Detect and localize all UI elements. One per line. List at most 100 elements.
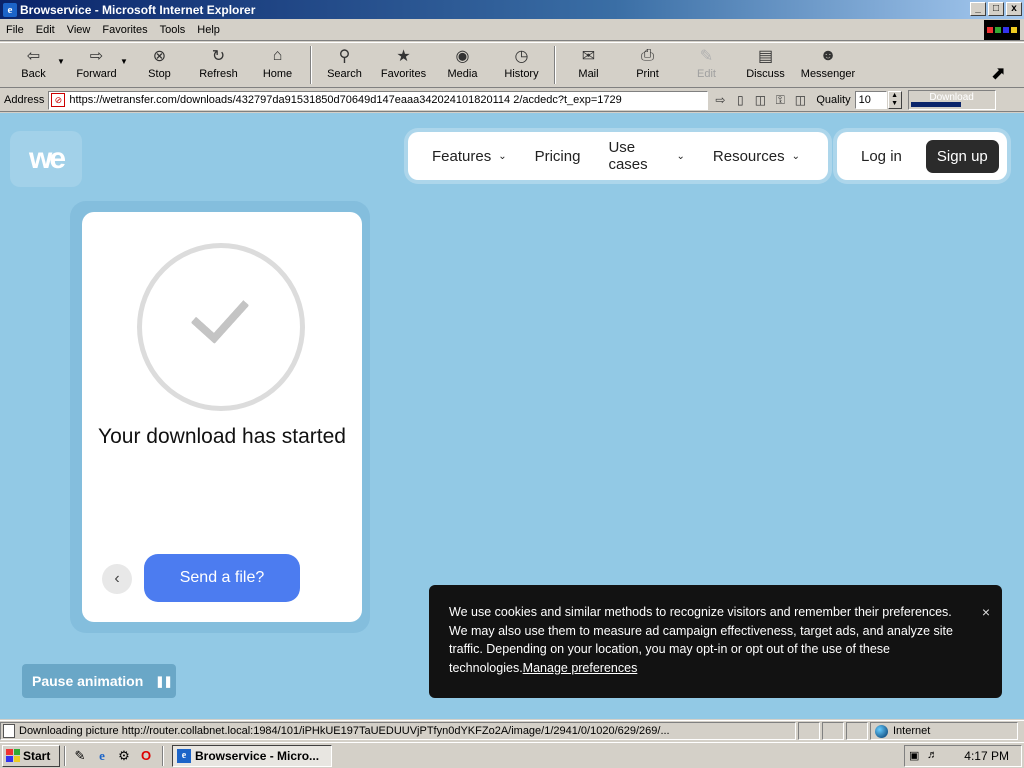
page-viewport[interactable]: we Features ⌄ Pricing Use cases ⌄ Resour… [0,113,1024,719]
stop-icon: ⊗ [152,48,167,65]
favorites-icon: ★ [396,48,411,65]
taskbar-item-label: Browservice - Micro... [195,748,320,763]
minimize-button[interactable]: _ [970,2,986,16]
find-icon[interactable]: ⚿ [772,92,788,108]
forward-button[interactable]: ⇨ Forward [67,43,126,87]
login-link[interactable]: Log in [861,148,902,165]
messenger-button[interactable]: ☻ Messenger [795,43,861,87]
edit-icon: ✎ [699,48,714,65]
taskbar: Start ✎ e ⚙ O e Browservice - Micro... ▣… [0,742,1024,768]
refresh-button[interactable]: ↻ Refresh [189,43,248,87]
ie-icon: e [177,748,191,763]
go-icon[interactable]: ⇨ [712,92,728,108]
start-label: Start [23,748,51,763]
clock: 4:17 PM [964,749,1009,763]
stop-button[interactable]: ⊗ Stop [130,43,189,87]
history-label: History [504,68,539,80]
opera-icon[interactable]: O [136,746,156,766]
nav-resources[interactable]: Resources ⌄ [713,148,800,165]
menu-help[interactable]: Help [191,24,226,36]
close-button[interactable]: x [1006,2,1022,16]
history-button[interactable]: ◷ History [492,43,551,87]
media-button[interactable]: ◉ Media [433,43,492,87]
volume-tray-icon[interactable]: ♬ [927,749,943,763]
nav-use-cases[interactable]: Use cases ⌄ [608,139,684,173]
nav-features[interactable]: Features ⌄ [432,148,507,165]
bookmark-icon[interactable]: ▯ [732,92,748,108]
address-input[interactable]: ⊘ https://wetransfer.com/downloads/43279… [48,90,709,110]
status-cell [822,722,844,740]
taskbar-item-browservice[interactable]: e Browservice - Micro... [172,744,332,767]
refresh-icon: ↻ [211,48,226,65]
send-file-button[interactable]: Send a file? [144,554,300,602]
home-button[interactable]: ⌂ Home [248,43,307,87]
discuss-icon: ▤ [757,48,774,65]
page-save-icon[interactable]: ◫ [752,92,768,108]
pause-animation-button[interactable]: Pause animation ❚❚ [22,664,176,698]
auth-nav: Log in Sign up [837,132,1007,180]
manage-preferences-link[interactable]: Manage preferences [523,661,638,675]
stop-label: Stop [148,68,171,80]
quicklaunch-separator [64,745,66,766]
mail-icon: ✉ [581,48,596,65]
home-icon: ⌂ [272,47,283,64]
status-text-panel: Downloading picture http://router.collab… [0,722,796,740]
refresh-label: Refresh [199,68,238,80]
status-text: Downloading picture http://router.collab… [19,725,670,737]
address-url: https://wetransfer.com/downloads/432797d… [69,94,622,106]
download-progress-label: Download [929,92,974,103]
start-button[interactable]: Start [2,744,60,767]
main-nav: Features ⌄ Pricing Use cases ⌄ Resources… [408,132,828,180]
mail-button[interactable]: ✉ Mail [559,43,618,87]
maximize-button[interactable]: □ [988,2,1004,16]
nav-features-label: Features [432,147,492,165]
network-icon[interactable]: ⚙ [114,746,134,766]
signup-button[interactable]: Sign up [925,139,999,173]
quality-input[interactable]: 10 [854,91,887,109]
media-icon: ◉ [455,48,470,65]
ie-quicklaunch-icon[interactable]: e [92,746,112,766]
favorites-button[interactable]: ★ Favorites [374,43,433,87]
home-label: Home [262,68,293,80]
forward-dropdown-icon[interactable]: ▼ [120,57,130,66]
back-arrow-icon: ⇦ [26,48,41,65]
security-zone[interactable]: Internet [870,722,1018,740]
mail-label: Mail [578,68,599,80]
chevron-down-icon: ⌄ [498,150,507,162]
quality-label: Quality [816,94,851,106]
back-dropdown-icon[interactable]: ▼ [57,57,67,66]
show-desktop-icon[interactable]: ✎ [70,746,90,766]
search-button[interactable]: ⚲ Search [315,43,374,87]
messenger-label: Messenger [800,68,856,80]
edit-label: Edit [697,68,716,80]
network-tray-icon[interactable]: ▣ [909,749,925,763]
window-title-bar[interactable]: e Browservice - Microsoft Internet Explo… [0,0,1024,19]
discuss-button[interactable]: ▤ Discuss [736,43,795,87]
print-icon: ⎙ [641,47,654,64]
address-tools: ⇨ ▯ ◫ ⚿ ◫ [712,92,808,108]
quality-spinner[interactable]: ▲ ▼ [887,91,902,109]
menu-tools[interactable]: Tools [154,24,192,36]
address-label: Address [4,94,45,106]
cookie-close-icon[interactable]: × [982,603,990,622]
menu-file[interactable]: File [0,24,30,36]
clipboard-icon[interactable]: ◫ [792,92,808,108]
security-zone-label: Internet [893,725,931,737]
menu-edit[interactable]: Edit [30,24,61,36]
quicklaunch-separator [162,745,164,766]
download-card: Your download has started ‹ Send a file? [82,212,362,622]
print-button[interactable]: ⎙ Print [618,43,677,87]
back-chevron-button[interactable]: ‹ [102,564,132,594]
wetransfer-logo[interactable]: we [10,131,82,187]
edit-button[interactable]: ✎ Edit [677,43,736,87]
system-tray: ▣ ♬ 4:17 PM [904,745,1022,767]
cookie-banner: We use cookies and similar methods to re… [429,585,1002,698]
menu-view[interactable]: View [61,24,97,36]
nav-pricing-label: Pricing [534,147,581,165]
back-button[interactable]: ⇦ Back [4,43,63,87]
menu-favorites[interactable]: Favorites [96,24,153,36]
nav-resources-label: Resources [712,147,785,165]
nav-pricing[interactable]: Pricing [535,148,581,165]
messenger-icon: ☻ [819,47,837,64]
ie-icon: e [3,2,17,17]
